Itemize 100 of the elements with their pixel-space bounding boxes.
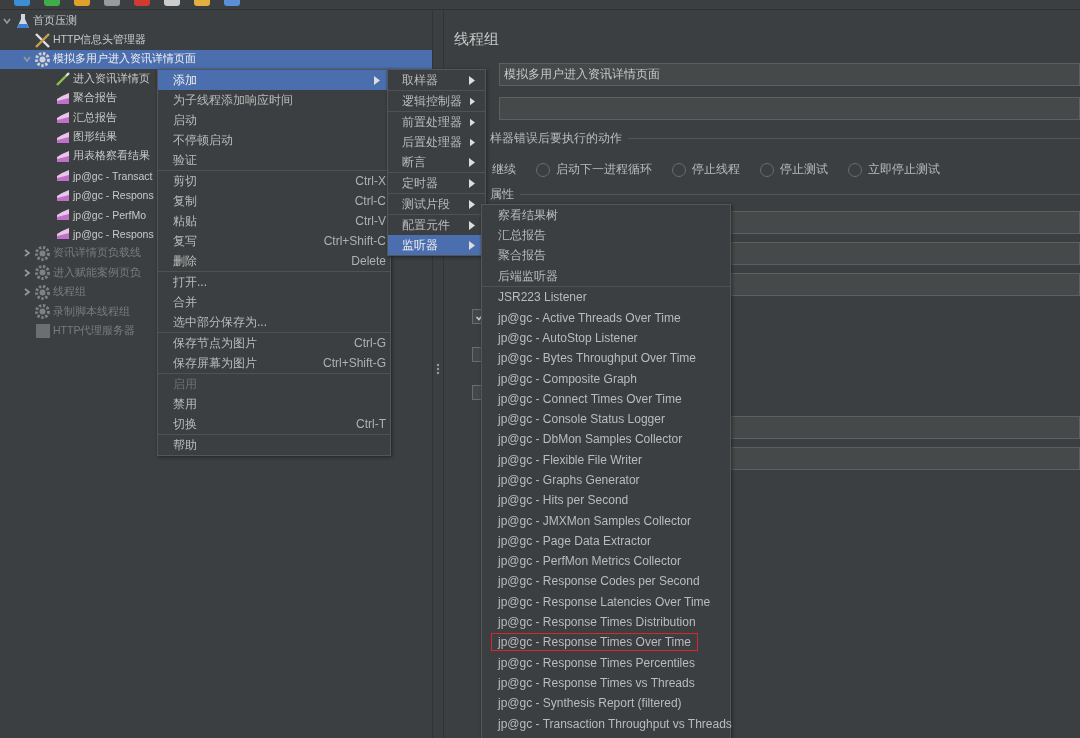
- input-field[interactable]: [731, 447, 1080, 470]
- menu-item[interactable]: 帮助: [158, 435, 390, 455]
- grip-icon[interactable]: [436, 363, 440, 375]
- menu-item[interactable]: 添加: [158, 70, 390, 90]
- tree-label: jp@gc - Respons: [73, 228, 154, 240]
- menu-item[interactable]: jp@gc - Connect Times Over Time: [482, 388, 730, 409]
- menu-item[interactable]: 不停顿启动: [158, 130, 390, 150]
- menu-item[interactable]: 删除 Delete: [158, 251, 390, 271]
- menu-item[interactable]: jp@gc - Response Times Percentiles: [482, 652, 730, 673]
- gear-icon: [34, 283, 51, 301]
- tree-row[interactable]: 汇总报告: [0, 107, 117, 128]
- toolbar-icon[interactable]: [134, 0, 150, 6]
- tree-label: jp@gc - Respons: [73, 189, 154, 202]
- menu-item[interactable]: 后端监听器: [482, 265, 730, 287]
- input-field[interactable]: [731, 416, 1080, 439]
- menu-item[interactable]: 合并: [158, 292, 390, 312]
- gear-icon: [34, 264, 51, 282]
- menu-item[interactable]: 汇总报告: [482, 225, 730, 246]
- menu-item[interactable]: 取样器: [388, 70, 485, 90]
- menu-item[interactable]: jp@gc - Response Latencies Over Time: [482, 591, 730, 612]
- menu-item[interactable]: jp@gc - JMXMon Samples Collector: [482, 510, 730, 531]
- toolbar-icon[interactable]: [104, 0, 120, 6]
- input-field[interactable]: [731, 273, 1080, 296]
- menu-item[interactable]: jp@gc - Graphs Generator: [482, 469, 730, 491]
- menu-item[interactable]: jp@gc - Hits per Second: [482, 490, 730, 511]
- toolbar-icon[interactable]: [44, 0, 60, 6]
- menu-item[interactable]: 复写 Ctrl+Shift-C: [158, 231, 390, 251]
- menu-item[interactable]: JSR223 Listener: [482, 287, 730, 308]
- tree-row[interactable]: HTTP信息头管理器: [0, 30, 147, 50]
- toolbar-icon[interactable]: [164, 0, 180, 6]
- tree-row[interactable]: 用表格察看结果: [0, 146, 150, 167]
- menu-item[interactable]: jp@gc - DbMon Samples Collector: [482, 429, 730, 450]
- menu-item[interactable]: jp@gc - PerfMon Metrics Collector: [482, 551, 730, 572]
- gear-icon: [34, 303, 51, 321]
- menu-item[interactable]: 前置处理器: [388, 112, 485, 132]
- name-field[interactable]: 模拟多用户进入资讯详情页面: [499, 63, 1080, 86]
- menu-item[interactable]: 保存屏幕为图片 Ctrl+Shift-G: [158, 353, 390, 373]
- radio-option[interactable]: 立即停止测试: [848, 161, 940, 178]
- tree-row[interactable]: jp@gc - Respons: [0, 224, 154, 244]
- toolbar-icon[interactable]: [14, 0, 30, 6]
- menu-item[interactable]: jp@gc - Flexible File Writer: [482, 449, 730, 470]
- toolbar-icon[interactable]: [194, 0, 210, 6]
- submenu-arrow-icon: [469, 75, 475, 85]
- menu-item[interactable]: 验证: [158, 150, 390, 170]
- comment-field[interactable]: [499, 97, 1080, 120]
- tree-row[interactable]: 模拟多用户进入资讯详情页面: [0, 49, 432, 70]
- tree-row[interactable]: jp@gc - PerfMo: [0, 204, 147, 225]
- menu-item[interactable]: jp@gc - Page Data Extractor: [482, 530, 730, 552]
- menu-item[interactable]: 测试片段: [388, 194, 485, 214]
- menu-item[interactable]: 逻辑控制器: [388, 91, 485, 111]
- menu-item[interactable]: jp@gc - Active Threads Over Time: [482, 307, 730, 328]
- menu-item[interactable]: jp@gc - Response Codes per Second: [482, 571, 730, 592]
- input-field[interactable]: [731, 242, 1080, 265]
- tree-row[interactable]: jp@gc - Respons: [0, 185, 154, 205]
- tools-icon: [34, 31, 51, 49]
- panel-title: 线程组: [454, 30, 500, 49]
- menu-item[interactable]: 配置元件: [388, 215, 485, 235]
- chevron-icon[interactable]: [22, 54, 32, 65]
- menu-item[interactable]: 聚合报告: [482, 245, 730, 266]
- menu-item[interactable]: 复制 Ctrl-C: [158, 191, 390, 211]
- submenu-arrow-icon: [374, 75, 380, 85]
- toolbar-icon[interactable]: [74, 0, 90, 6]
- tree-label: 模拟多用户进入资讯详情页面: [53, 52, 196, 67]
- tree-row[interactable]: 首页压测: [0, 11, 77, 31]
- menu-item[interactable]: jp@gc - Synthesis Report (filtered): [482, 693, 730, 714]
- menu-item[interactable]: 打开...: [158, 272, 390, 292]
- menu-item[interactable]: jp@gc - Transaction Throughput vs Threads: [482, 713, 730, 734]
- tree-label: 汇总报告: [73, 110, 117, 125]
- tree-label: jp@gc - PerfMo: [73, 208, 147, 221]
- radio-option[interactable]: 停止线程: [672, 161, 740, 178]
- menu-item[interactable]: 察看结果树: [482, 205, 730, 226]
- radio-option[interactable]: 停止测试: [760, 161, 828, 178]
- menu-item[interactable]: 切换 Ctrl-T: [158, 414, 390, 434]
- input-field[interactable]: [731, 211, 1080, 234]
- menu-item[interactable]: jp@gc - AutoStop Listener: [482, 327, 730, 349]
- menu-item[interactable]: jp@gc - Console Status Logger: [482, 408, 730, 430]
- menu-item[interactable]: jp@gc - Bytes Throughput Over Time: [482, 348, 730, 369]
- menu-item[interactable]: 为子线程添加响应时间: [158, 90, 390, 110]
- gear-icon: [34, 50, 51, 68]
- section-title: 属性: [490, 186, 514, 203]
- tree-label: jp@gc - Transact: [73, 169, 153, 182]
- menu-item[interactable]: 断言: [388, 152, 485, 172]
- menu-item[interactable]: 后置处理器: [388, 132, 485, 152]
- box-icon: [34, 322, 51, 339]
- menu-item[interactable]: jp@gc - Response Times Distribution: [482, 611, 730, 633]
- radio-option[interactable]: 启动下一进程循环: [536, 161, 652, 178]
- menu-item[interactable]: 定时器: [388, 173, 485, 193]
- menu-item[interactable]: 粘贴 Ctrl-V: [158, 211, 390, 231]
- menu-item[interactable]: 禁用: [158, 394, 390, 414]
- tree-row[interactable]: 图形结果: [0, 127, 117, 147]
- menu-item[interactable]: jp@gc - Composite Graph: [482, 368, 730, 389]
- menu-item[interactable]: 选中部分保存为...: [158, 312, 390, 332]
- tree-row[interactable]: jp@gc - Transact: [0, 166, 153, 186]
- menu-item[interactable]: 剪切 Ctrl-X: [158, 171, 390, 191]
- tree-row[interactable]: 进入资讯详情页: [0, 69, 150, 89]
- menu-item[interactable]: jp@gc - Response Times vs Threads: [482, 672, 730, 694]
- menu-item[interactable]: 保存节点为图片 Ctrl-G: [158, 333, 390, 353]
- toolbar-icon[interactable]: [224, 0, 240, 6]
- tree-row[interactable]: 聚合报告: [0, 88, 117, 108]
- menu-item[interactable]: 启动: [158, 110, 390, 130]
